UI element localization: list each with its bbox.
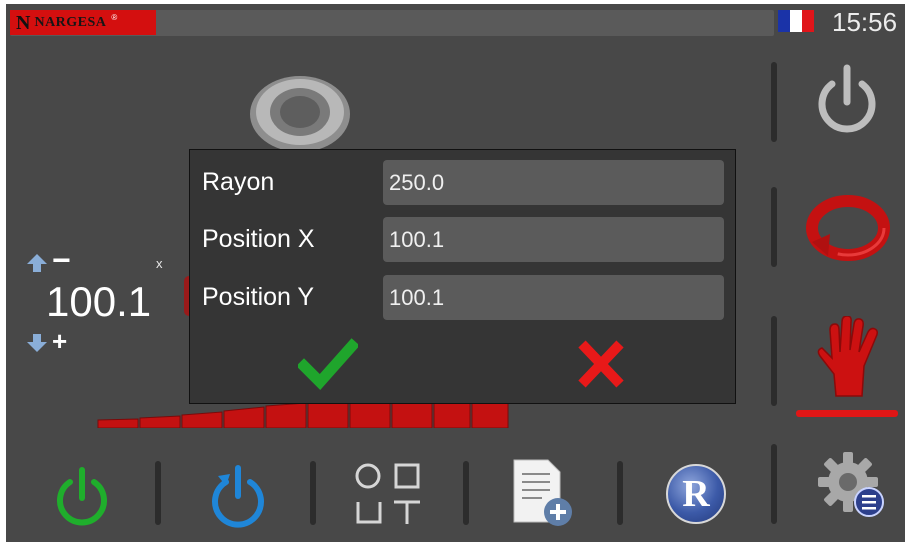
active-mode-indicator [796, 410, 898, 417]
separator [771, 187, 777, 267]
top-bar: N NARGESA ® 15:56 [6, 4, 905, 38]
bending-profile-bar [97, 401, 509, 428]
new-document-icon[interactable] [510, 456, 574, 530]
field-label: Rayon [202, 168, 275, 196]
french-flag-icon[interactable] [778, 10, 814, 32]
r-badge-label: R [682, 473, 710, 515]
settings-icon[interactable] [814, 448, 886, 520]
position-y-input[interactable]: 100.1 [383, 275, 724, 320]
increase-control[interactable]: + [26, 326, 86, 360]
plus-label: + [52, 326, 68, 356]
separator [155, 461, 161, 525]
power-icon[interactable] [814, 62, 880, 140]
reset-icon[interactable] [208, 462, 268, 528]
bending-roller-image [250, 76, 350, 152]
flag-red-stripe [802, 10, 814, 32]
flag-blue-stripe [778, 10, 790, 32]
arrow-up-icon [27, 254, 47, 272]
check-icon [296, 338, 360, 391]
power-on-icon[interactable] [54, 466, 110, 528]
logo-text: NARGESA [34, 14, 107, 30]
minus-label: − [52, 242, 71, 278]
logo-registered: ® [111, 13, 118, 22]
position-x-input[interactable]: 100.1 [383, 217, 724, 262]
clock: 15:56 [832, 7, 898, 37]
brand-logo: N NARGESA ® [10, 10, 156, 35]
separator [771, 316, 777, 406]
decrease-control[interactable]: − [26, 242, 86, 278]
rotate-icon[interactable] [804, 190, 892, 270]
field-row-rayon: Rayon 250.0 [190, 160, 737, 206]
separator [617, 461, 623, 525]
separator [771, 62, 777, 142]
manual-hand-icon[interactable] [810, 316, 886, 398]
separator [463, 461, 469, 525]
flag-white-stripe [790, 10, 802, 32]
axis-position-value: 100.1 [46, 278, 152, 325]
separator [771, 444, 777, 524]
logo-mark: N [16, 11, 31, 34]
shapes-icon[interactable] [350, 460, 426, 526]
confirm-button[interactable] [296, 338, 360, 391]
r-badge-icon[interactable]: R [666, 464, 726, 524]
rayon-input[interactable]: 250.0 [383, 160, 724, 205]
field-label: Position Y [202, 283, 315, 311]
field-label: Position X [202, 225, 315, 253]
axis-label: x [156, 256, 163, 271]
app-window: N NARGESA ® 15:56 x 100.1 − + Rayon 250.… [6, 4, 905, 542]
arc-parameters-dialog: Rayon 250.0 Position X 100.1 Position Y … [189, 149, 736, 404]
cancel-button[interactable] [574, 338, 628, 390]
field-row-position-x: Position X 100.1 [190, 217, 737, 263]
cross-icon [578, 340, 624, 388]
arrow-down-icon [27, 334, 47, 352]
separator [310, 461, 316, 525]
field-row-position-y: Position Y 100.1 [190, 275, 737, 321]
